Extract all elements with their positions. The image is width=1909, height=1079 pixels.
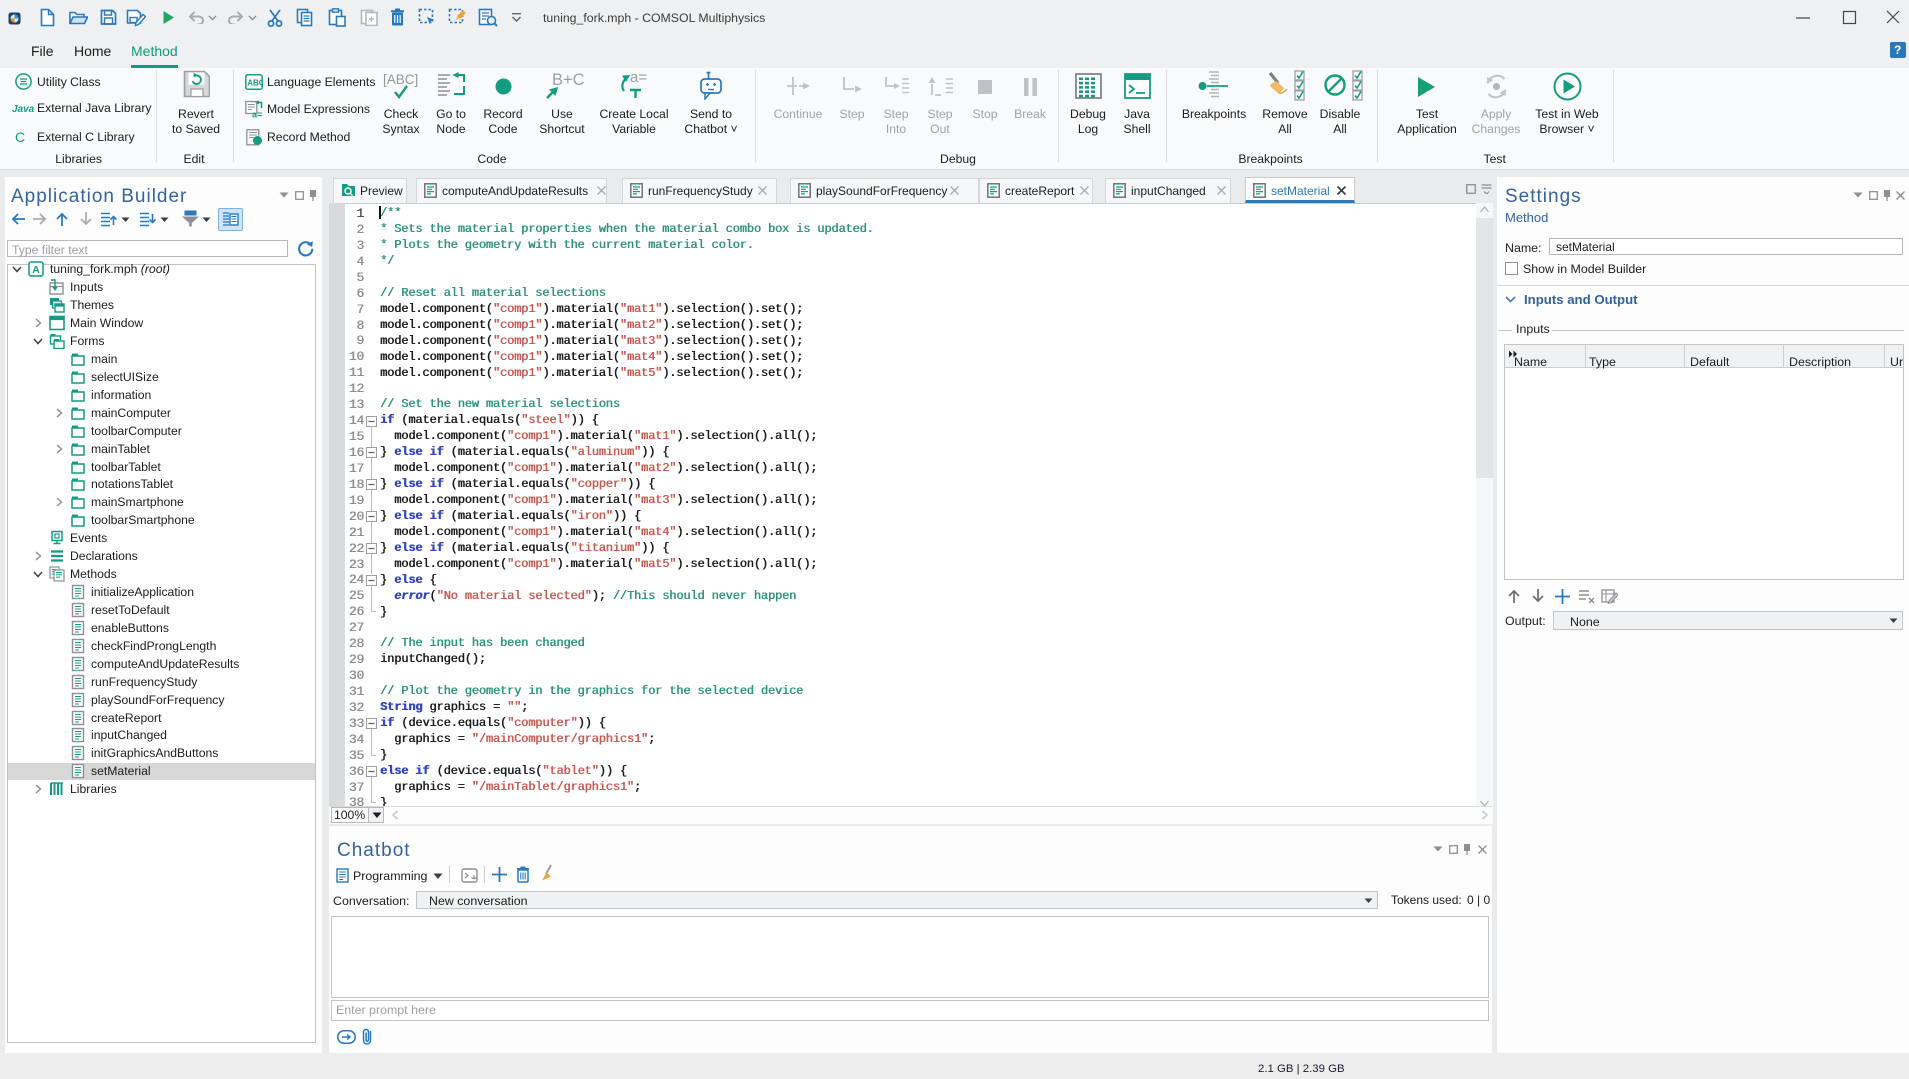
svg-text:[ABC]: [ABC] — [383, 72, 418, 87]
svg-text:Java: Java — [12, 104, 35, 114]
svg-text:ABC: ABC — [247, 79, 263, 88]
svg-text:A: A — [32, 264, 40, 276]
svg-text:a=: a= — [630, 69, 647, 86]
svg-text:C: C — [15, 129, 25, 145]
svg-text:B+C: B+C — [552, 71, 584, 89]
